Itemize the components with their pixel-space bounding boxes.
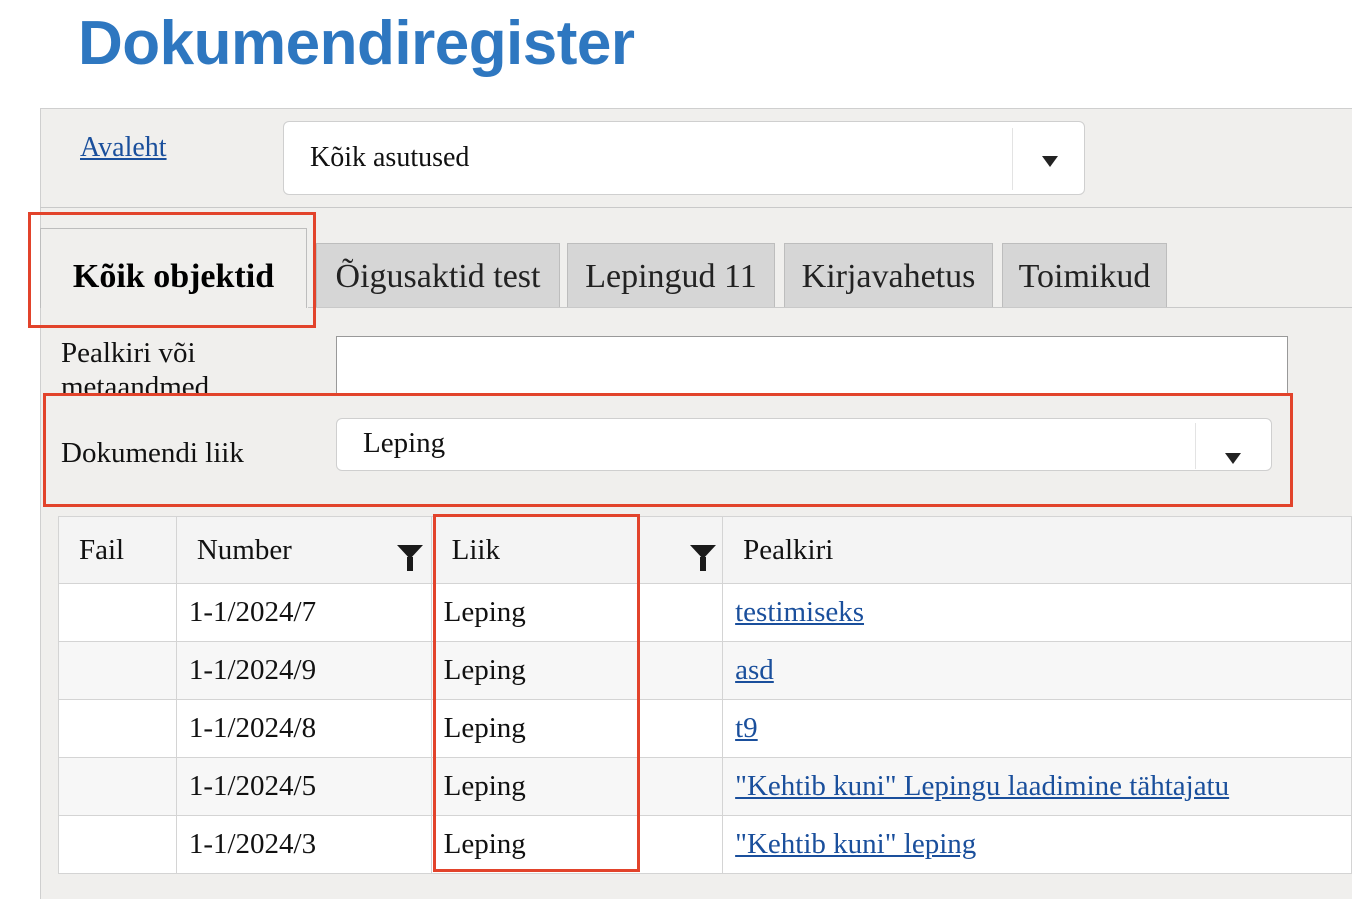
cell-fail xyxy=(58,815,177,874)
home-link[interactable]: Avaleht xyxy=(80,132,167,164)
chevron-down-icon xyxy=(1042,156,1058,167)
column-header-label: Number xyxy=(196,533,292,566)
table-header-row: Fail Number Liik Pealkiri xyxy=(58,516,1352,584)
table-row[interactable]: 1-1/2024/9 Leping asd xyxy=(58,641,1352,700)
document-title-link[interactable]: t9 xyxy=(735,712,758,744)
column-header-label: Fail xyxy=(79,533,125,566)
select-separator xyxy=(1195,423,1196,469)
tab-lepingud-11[interactable]: Lepingud 11 xyxy=(567,243,775,308)
tab-koik-objektid[interactable]: Kõik objektid xyxy=(40,228,307,308)
cell-liik: Leping xyxy=(430,583,724,642)
column-header-number[interactable]: Number xyxy=(175,516,432,584)
cell-number: 1-1/2024/8 xyxy=(175,699,432,758)
organization-select[interactable]: Kõik asutused xyxy=(283,121,1085,195)
cell-liik: Leping xyxy=(430,815,724,874)
column-header-liik[interactable]: Liik xyxy=(430,516,724,584)
column-header-label: Pealkiri xyxy=(743,533,834,566)
document-title-link[interactable]: "Kehtib kuni" Lepingu laadimine tähtajat… xyxy=(735,770,1229,802)
document-title-link[interactable]: asd xyxy=(735,654,774,686)
doc-type-select[interactable]: Leping xyxy=(336,418,1272,471)
document-title-link[interactable]: "Kehtib kuni" leping xyxy=(735,828,976,860)
table-row[interactable]: 1-1/2024/5 Leping "Kehtib kuni" Lepingu … xyxy=(58,757,1352,816)
tabs-divider xyxy=(308,307,1352,308)
cell-number: 1-1/2024/5 xyxy=(175,757,432,816)
cell-fail xyxy=(58,583,177,642)
cell-liik: Leping xyxy=(430,641,724,700)
cell-fail xyxy=(58,757,177,816)
cell-pealkiri: asd xyxy=(722,641,1352,700)
results-table: Fail Number Liik Pealkiri 1-1/2024/7 Lep… xyxy=(58,516,1352,874)
tab-kirjavahetus[interactable]: Kirjavahetus xyxy=(784,243,993,308)
cell-number: 1-1/2024/9 xyxy=(175,641,432,700)
cell-pealkiri: t9 xyxy=(722,699,1352,758)
column-header-label: Liik xyxy=(451,533,500,566)
organization-select-value: Kõik asutused xyxy=(310,142,470,173)
title-search-input[interactable] xyxy=(336,336,1288,396)
cell-liik: Leping xyxy=(430,757,724,816)
cell-liik: Leping xyxy=(430,699,724,758)
tab-oigusaktid-test[interactable]: Õigusaktid test xyxy=(316,243,560,308)
table-row[interactable]: 1-1/2024/3 Leping "Kehtib kuni" leping xyxy=(58,815,1352,874)
column-header-fail[interactable]: Fail xyxy=(58,516,177,584)
title-filter-label: Pealkiri või metaandmed xyxy=(61,337,210,396)
cell-pealkiri: "Kehtib kuni" leping xyxy=(722,815,1352,874)
cell-number: 1-1/2024/7 xyxy=(175,583,432,642)
tab-toimikud[interactable]: Toimikud xyxy=(1002,243,1167,308)
filter-icon[interactable] xyxy=(689,545,716,571)
filter-icon[interactable] xyxy=(396,545,423,571)
select-separator xyxy=(1012,128,1013,190)
chevron-down-icon xyxy=(1225,453,1241,464)
cell-pealkiri: "Kehtib kuni" Lepingu laadimine tähtajat… xyxy=(722,757,1352,816)
table-row[interactable]: 1-1/2024/7 Leping testimiseks xyxy=(58,583,1352,642)
document-title-link[interactable]: testimiseks xyxy=(735,596,864,628)
table-row[interactable]: 1-1/2024/8 Leping t9 xyxy=(58,699,1352,758)
doc-type-select-value: Leping xyxy=(363,427,446,459)
cell-fail xyxy=(58,641,177,700)
doc-type-label: Dokumendi liik xyxy=(61,437,244,469)
topbar-divider xyxy=(40,207,1352,208)
cell-pealkiri: testimiseks xyxy=(722,583,1352,642)
cell-fail xyxy=(58,699,177,758)
column-header-pealkiri[interactable]: Pealkiri xyxy=(722,516,1352,584)
app-logo-title: Dokumendiregister xyxy=(78,9,635,78)
cell-number: 1-1/2024/3 xyxy=(175,815,432,874)
